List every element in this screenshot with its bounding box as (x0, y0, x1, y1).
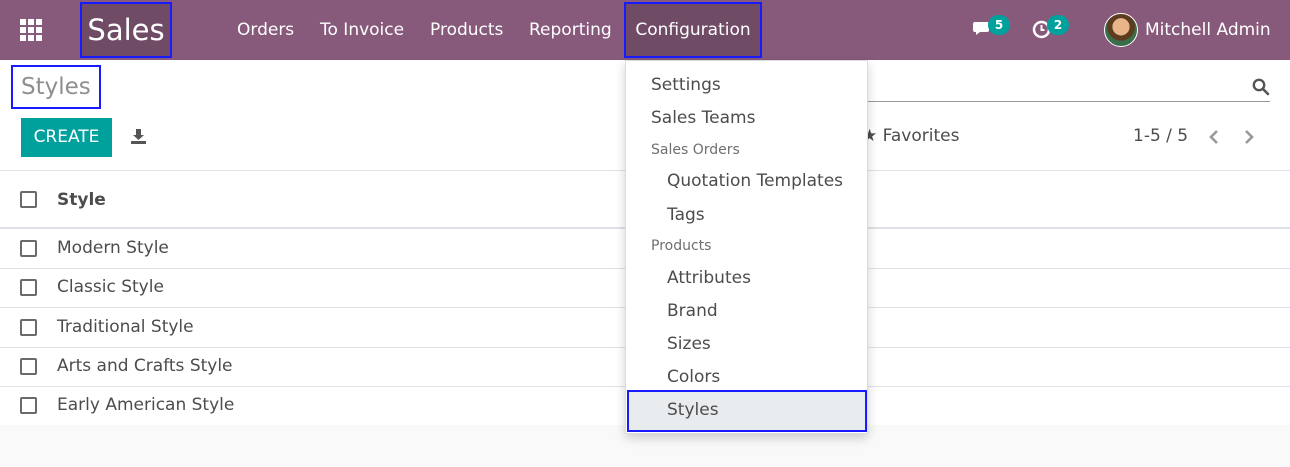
dropdown-section-sales-orders: Sales Orders (651, 142, 740, 158)
chevron-right-icon[interactable] (1243, 129, 1255, 145)
row-style-name: Modern Style (57, 238, 169, 258)
search-input[interactable] (868, 101, 1270, 102)
messages-count-badge: 5 (988, 15, 1010, 35)
dropdown-item-styles[interactable]: Styles (626, 400, 867, 420)
create-button[interactable]: CREATE (21, 118, 112, 157)
menu-orders[interactable]: Orders (237, 0, 294, 60)
row-style-name: Early American Style (57, 395, 235, 415)
row-checkbox[interactable] (20, 240, 37, 257)
dropdown-item-brand[interactable]: Brand (626, 301, 867, 321)
dropdown-item-colors[interactable]: Colors (626, 367, 867, 387)
select-all-checkbox[interactable] (20, 191, 37, 208)
menu-reporting[interactable]: Reporting (529, 0, 612, 60)
user-menu-name[interactable]: Mitchell Admin (1145, 0, 1271, 60)
top-navbar: Sales Orders To Invoice Products Reporti… (0, 0, 1290, 60)
search-icon[interactable] (1252, 78, 1270, 96)
dropdown-item-sizes[interactable]: Sizes (626, 334, 867, 354)
dropdown-item-quotation-templates[interactable]: Quotation Templates (626, 171, 867, 191)
dropdown-item-settings[interactable]: Settings (626, 75, 867, 95)
row-checkbox[interactable] (20, 358, 37, 375)
dropdown-section-products: Products (651, 238, 712, 254)
page-title: Styles (11, 65, 101, 109)
dropdown-item-sales-teams[interactable]: Sales Teams (626, 108, 867, 128)
row-checkbox[interactable] (20, 279, 37, 296)
row-checkbox[interactable] (20, 319, 37, 336)
configuration-dropdown: Settings Sales Teams Sales Orders Quotat… (625, 60, 868, 434)
dropdown-item-tags[interactable]: Tags (626, 205, 867, 225)
row-style-name: Classic Style (57, 277, 164, 297)
pager-value[interactable]: 1-5 / 5 (1133, 126, 1188, 146)
favorites-label: Favorites (882, 126, 960, 146)
menu-products[interactable]: Products (430, 0, 503, 60)
column-header-style[interactable]: Style (57, 190, 106, 210)
user-avatar[interactable] (1104, 13, 1138, 47)
app-brand[interactable]: Sales (80, 2, 172, 58)
menu-configuration[interactable]: Configuration (624, 2, 762, 58)
row-style-name: Arts and Crafts Style (57, 356, 233, 376)
chevron-left-icon[interactable] (1208, 129, 1220, 145)
dropdown-item-attributes[interactable]: Attributes (626, 268, 867, 288)
favorites-menu[interactable]: ★ Favorites (862, 126, 959, 146)
menu-to-invoice[interactable]: To Invoice (320, 0, 404, 60)
apps-grid-icon[interactable] (20, 19, 44, 41)
row-checkbox[interactable] (20, 397, 37, 414)
download-icon[interactable] (130, 128, 147, 145)
row-style-name: Traditional Style (57, 317, 194, 337)
activities-count-badge: 2 (1047, 15, 1069, 35)
